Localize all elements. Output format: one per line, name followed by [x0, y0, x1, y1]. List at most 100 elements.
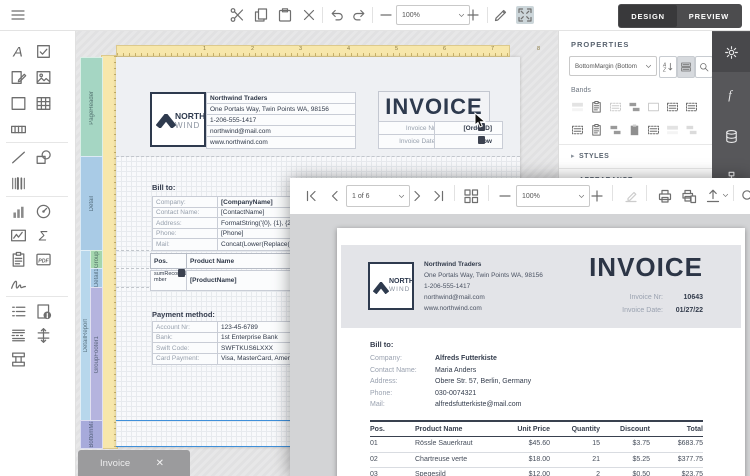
- pdf-content-tool-icon[interactable]: PDF: [34, 250, 53, 269]
- items-header-pos[interactable]: Pos.: [150, 253, 191, 269]
- character-comb-tool-icon[interactable]: [9, 120, 28, 139]
- invoice-date-label[interactable]: Invoice Date:: [378, 134, 441, 149]
- barcode-tool-icon[interactable]: [9, 174, 28, 193]
- subreport-tool-icon[interactable]: [9, 250, 28, 269]
- band-icon-page-footer[interactable]: [646, 99, 661, 115]
- rich-text-tool-icon[interactable]: [9, 68, 28, 87]
- next-page-icon[interactable]: [408, 187, 426, 205]
- band-icon-top-margin[interactable]: [570, 99, 585, 115]
- table-of-contents-tool-icon[interactable]: [9, 302, 28, 321]
- chart-tool-icon[interactable]: [9, 202, 28, 221]
- control-toolbox: A Σ PDF: [0, 30, 76, 476]
- close-icon[interactable]: ✕: [156, 458, 164, 469]
- zoom-in-icon[interactable]: [588, 187, 606, 205]
- search-icon[interactable]: [739, 187, 750, 205]
- prev-page-icon[interactable]: [326, 187, 344, 205]
- chevron-down-icon: [644, 62, 653, 71]
- paste-icon[interactable]: [276, 6, 294, 24]
- band-group-footer[interactable]: GroupFooter1: [90, 287, 103, 422]
- tab-preview[interactable]: PREVIEW: [677, 5, 741, 27]
- band-detail1[interactable]: Detail1: [90, 268, 103, 289]
- multipage-icon[interactable]: [462, 187, 480, 205]
- properties-tab[interactable]: [712, 32, 750, 72]
- band-icon-detail-report[interactable]: [589, 122, 604, 138]
- band-icon-vertical-total[interactable]: [665, 122, 680, 138]
- menu-icon[interactable]: [9, 6, 27, 24]
- redo-icon[interactable]: [350, 6, 368, 24]
- company-address: One Portals Way, Twin Points WA, 98156: [424, 270, 543, 281]
- band-icon-sub-band[interactable]: [608, 122, 623, 138]
- group-view-button[interactable]: [677, 56, 695, 78]
- check-box-tool-icon[interactable]: [34, 42, 53, 61]
- page-info-tool-icon[interactable]: [34, 302, 53, 321]
- tab-design[interactable]: DESIGN: [619, 5, 677, 27]
- formula-tool-icon[interactable]: Σ: [34, 226, 53, 245]
- band-icon-detail[interactable]: [570, 122, 585, 138]
- first-page-icon[interactable]: [302, 187, 320, 205]
- cross-band-box-tool-icon[interactable]: [9, 350, 28, 369]
- band-icon-page-header[interactable]: [627, 99, 642, 115]
- panel-tool-icon[interactable]: [9, 94, 28, 113]
- last-page-icon[interactable]: [430, 187, 448, 205]
- page-select[interactable]: 1 of 6: [346, 185, 410, 207]
- export-options-icon[interactable]: [721, 191, 730, 200]
- field-label: Mail:: [370, 401, 385, 408]
- page-break-tool-icon[interactable]: [9, 326, 28, 345]
- zoom-out-icon[interactable]: [496, 187, 514, 205]
- horizontal-ruler: 12 34 56 78: [116, 45, 510, 57]
- line-tool-icon[interactable]: [9, 148, 28, 167]
- search-properties-button[interactable]: [695, 56, 713, 78]
- bill-field-label[interactable]: Mail:: [152, 238, 222, 251]
- band-group-header[interactable]: GroupHeader1: [90, 250, 103, 270]
- band-icon-group-footer[interactable]: [684, 99, 699, 115]
- copy-icon[interactable]: [252, 6, 270, 24]
- zoom-in-icon[interactable]: [464, 6, 482, 24]
- picture-box-tool-icon[interactable]: [34, 68, 53, 87]
- shape-tool-icon[interactable]: [34, 148, 53, 167]
- svg-text:PDF: PDF: [38, 258, 49, 264]
- print-page-icon[interactable]: [680, 187, 698, 205]
- report-tab-invoice[interactable]: Invoice ✕: [78, 450, 190, 476]
- toolbar-divider: [454, 185, 455, 201]
- label-tool-icon[interactable]: A: [9, 42, 28, 61]
- field-list-tab[interactable]: [712, 116, 750, 156]
- invoice-date-field[interactable]: Now: [434, 134, 503, 149]
- preview-page: NORTH WIND Northwind Traders One Portals…: [337, 228, 745, 476]
- styles-section[interactable]: ▸STYLES: [571, 152, 609, 160]
- bill-to-label[interactable]: Bill to:: [152, 183, 175, 192]
- signature-tool-icon[interactable]: [9, 274, 28, 293]
- band-icon-vertical-header[interactable]: [627, 122, 642, 138]
- company-website-field[interactable]: www.northwind.com: [206, 136, 356, 149]
- table-tool-icon[interactable]: [34, 94, 53, 113]
- undo-icon[interactable]: [328, 6, 346, 24]
- band-icon-report-footer[interactable]: [608, 99, 623, 115]
- band-detail[interactable]: Detail: [80, 156, 103, 252]
- preview-zoom-select[interactable]: 100%: [516, 185, 590, 207]
- preview-content-area[interactable]: NORTH WIND Northwind Traders One Portals…: [290, 214, 750, 476]
- gauge-tool-icon[interactable]: [34, 202, 53, 221]
- element-selector[interactable]: BottomMargin (Bottom Margin): [569, 56, 657, 76]
- bands-section-label: Bands: [571, 87, 591, 94]
- expressions-tab[interactable]: f: [712, 74, 750, 114]
- band-page-header[interactable]: PageHeader: [80, 57, 103, 158]
- logo-control[interactable]: NORTH WIND: [150, 92, 206, 147]
- validate-icon[interactable]: [492, 6, 510, 24]
- export-icon[interactable]: [704, 187, 722, 205]
- cross-band-line-tool-icon[interactable]: [34, 326, 53, 345]
- zoom-select[interactable]: 100%: [396, 5, 470, 25]
- delete-icon[interactable]: [300, 6, 318, 24]
- band-icon-extra[interactable]: [684, 122, 699, 138]
- band-icon-vertical-detail[interactable]: [646, 122, 661, 138]
- zoom-out-icon[interactable]: [377, 6, 395, 24]
- band-bottom-margin[interactable]: BottomMargin: [80, 420, 103, 449]
- band-icon-group-header[interactable]: [665, 99, 680, 115]
- payment-method-label[interactable]: Payment method:: [152, 310, 215, 319]
- sparkline-tool-icon[interactable]: [9, 226, 28, 245]
- fullscreen-icon[interactable]: [516, 6, 534, 24]
- print-icon[interactable]: [656, 187, 674, 205]
- cut-icon[interactable]: [228, 6, 246, 24]
- sort-az-button[interactable]: AZ: [659, 56, 677, 78]
- payment-field-label[interactable]: Card Payment:: [152, 353, 222, 366]
- mouse-cursor: [474, 112, 487, 129]
- band-icon-report-header[interactable]: [589, 99, 604, 115]
